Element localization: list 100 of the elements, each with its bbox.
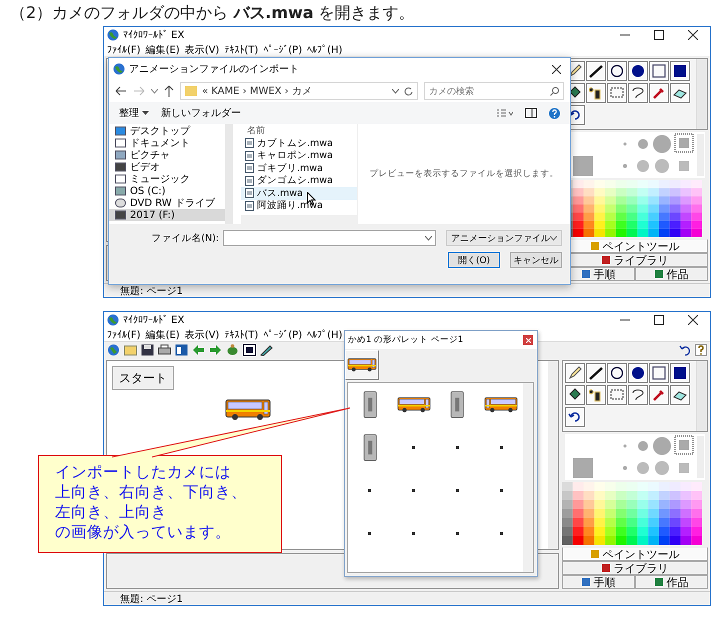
tool-button[interactable] (586, 83, 606, 103)
tool-button[interactable] (607, 363, 627, 383)
file-type-dropdown[interactable]: アニメーションファイル (446, 230, 562, 246)
folder-icon[interactable] (124, 344, 137, 356)
search-field[interactable]: カメの検索 (424, 82, 564, 100)
tool-button[interactable] (649, 61, 669, 81)
navigation-item[interactable]: DVD RW ドライブ (109, 197, 225, 209)
caret-icon[interactable] (151, 88, 158, 94)
file-item[interactable]: カブトムシ.mwa (241, 137, 357, 150)
print-icon[interactable] (158, 344, 171, 356)
new-folder-button[interactable]: 新しいフォルダー (161, 106, 241, 120)
window-icon[interactable] (175, 344, 188, 356)
preview-pane-icon[interactable] (525, 108, 537, 118)
file-name-field[interactable] (223, 230, 436, 246)
file-item[interactable]: ゴキブリ.mwa (241, 162, 357, 174)
bus-top-drawing (362, 434, 378, 462)
navigation-item[interactable]: ビデオ (109, 161, 225, 173)
menu-item[interactable]: 表示(V) (184, 42, 220, 56)
bus-top-drawing (450, 390, 465, 418)
navigation-item[interactable]: ピクチャ (109, 149, 225, 161)
menu-item[interactable]: ﾌｧｲﾙ(F) (107, 44, 141, 56)
tool-button[interactable] (565, 407, 585, 427)
tool-button[interactable] (565, 363, 585, 383)
tool-button[interactable] (607, 83, 627, 103)
address-bar[interactable]: « KAME › MWEX › カメ (180, 82, 418, 100)
file-item[interactable]: キャロポン.mwa (241, 150, 357, 162)
tool-button[interactable] (628, 83, 648, 103)
tool-button[interactable] (628, 385, 648, 405)
tool-button[interactable] (586, 363, 606, 383)
turtle-icon[interactable] (226, 344, 239, 356)
folder-icon (185, 86, 197, 96)
menu-item[interactable]: ﾍﾟｰｼﾞ(P) (263, 328, 302, 340)
tool-button[interactable] (586, 61, 606, 81)
bus-side-drawing (347, 358, 377, 372)
navigation-item[interactable]: OS (C:) (109, 185, 225, 197)
tool-button[interactable] (649, 363, 669, 383)
tool-button[interactable] (670, 83, 690, 103)
navigation-item[interactable]: 2017 (F:) (109, 209, 225, 221)
panel-tab[interactable]: ペイントツール (562, 547, 708, 561)
menu-item[interactable]: ﾃｷｽﾄ(T) (224, 44, 258, 56)
app-globe-icon (107, 29, 119, 41)
tool-button[interactable] (628, 61, 648, 81)
menu-item[interactable]: 編集(E) (146, 42, 180, 56)
right-arrow-icon[interactable] (209, 344, 222, 356)
menu-item[interactable]: ﾍﾙﾌﾟ(H) (307, 328, 342, 340)
close-icon (688, 30, 698, 40)
tool-button[interactable] (670, 61, 690, 81)
navigation-item[interactable]: ミュージック (109, 173, 225, 185)
tool-button[interactable] (607, 385, 627, 405)
menu-item[interactable]: 編集(E) (146, 328, 180, 342)
tool-button[interactable] (607, 61, 627, 81)
dropper-icon (652, 388, 666, 402)
up-arrow-icon[interactable] (164, 85, 174, 97)
scrollbar[interactable] (548, 361, 558, 549)
undo-icon[interactable] (679, 344, 691, 356)
tool-button[interactable] (649, 385, 669, 405)
menu-item[interactable]: ﾌｧｲﾙ(F) (107, 328, 141, 340)
undo-icon (568, 108, 582, 122)
back-arrow-icon[interactable] (115, 86, 127, 96)
scrollbar[interactable] (225, 124, 233, 224)
file-item[interactable]: 阿波踊り.mwa (241, 200, 357, 212)
panel-tab[interactable]: 作品 (635, 267, 708, 281)
column-header[interactable]: 名前 (241, 124, 357, 137)
tool-button[interactable] (670, 363, 690, 383)
globe-icon[interactable] (107, 344, 120, 356)
file-item[interactable]: ダンゴムシ.mwa (241, 174, 357, 187)
caret-icon (550, 236, 557, 240)
menu-item[interactable]: ﾃｷｽﾄ(T) (224, 328, 258, 340)
lasso-icon (631, 388, 645, 402)
close-button[interactable] (523, 335, 533, 345)
navigation-item[interactable]: ドキュメント (109, 137, 225, 149)
panel-tab[interactable]: ライブラリ (562, 561, 708, 575)
scrollbar[interactable] (523, 383, 533, 572)
help-icon[interactable] (549, 108, 560, 118)
left-arrow-icon[interactable] (192, 344, 205, 356)
start-button[interactable]: スタート (112, 366, 174, 390)
help-icon[interactable] (695, 344, 707, 356)
menu-item[interactable]: 表示(V) (184, 328, 220, 342)
frame-icon[interactable] (243, 344, 256, 356)
scrollbar[interactable] (696, 361, 707, 431)
pen-icon[interactable] (260, 344, 273, 356)
drive-icon (115, 186, 126, 196)
tool-button[interactable] (586, 385, 606, 405)
navigation-item[interactable]: デスクトップ (109, 125, 225, 137)
tool-button[interactable] (565, 385, 585, 405)
window-title: ﾏｲｸﾛﾜｰﾙﾄﾞ EX (123, 29, 184, 41)
panel-tab[interactable]: 作品 (635, 575, 708, 589)
dialog-button[interactable]: キャンセル (510, 252, 562, 268)
menu-item[interactable]: ﾍﾟｰｼﾞ(P) (263, 44, 302, 56)
save-icon[interactable] (141, 344, 154, 356)
tool-button[interactable] (628, 363, 648, 383)
tool-button[interactable] (649, 83, 669, 103)
view-options-icon[interactable] (497, 108, 513, 118)
caret-icon (392, 88, 399, 94)
menu-item[interactable]: ﾍﾙﾌﾟ(H) (307, 44, 342, 56)
scrollbar[interactable] (696, 59, 707, 129)
panel-tab[interactable]: 手順 (562, 575, 635, 589)
dialog-button[interactable]: 開く(O) (448, 252, 500, 268)
organize-menu[interactable]: 整理 (119, 106, 149, 120)
tool-button[interactable] (670, 385, 690, 405)
